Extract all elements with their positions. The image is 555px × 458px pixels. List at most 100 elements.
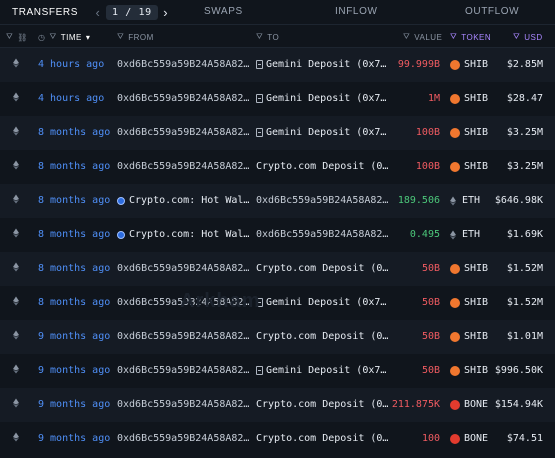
from-address[interactable]: 0xd6Bc559a59B24A58A82… [117, 433, 249, 444]
filter-icon: ⛛ [450, 32, 458, 41]
time-link[interactable]: 9 months ago [38, 331, 110, 342]
token-label: BONE [464, 433, 489, 444]
from-address[interactable]: 0xd6Bc559a59B24A58A82… [117, 59, 249, 70]
time-link[interactable]: 8 months ago [38, 297, 110, 308]
to-entity[interactable]: Crypto.com Deposit (0… [256, 161, 388, 172]
to-label: Gemini Deposit (0x7… [266, 297, 387, 308]
usd-value: $74.51 [506, 433, 543, 444]
from-entity[interactable]: Crypto.com: Hot Wal… [117, 195, 249, 206]
to-entity[interactable]: Crypto.com Deposit (0… [256, 263, 388, 274]
token-label: ETH [462, 195, 481, 206]
time-link[interactable]: 9 months ago [38, 433, 110, 444]
tab-bar: TRANSFERS ‹ 1 / 19 › SWAPS INFLOW OUTFLO… [0, 0, 555, 25]
tab-transfers[interactable]: TRANSFERS [12, 7, 78, 18]
table-row[interactable]: 9 months ago 0xd6Bc559a59B24A58A82… Cryp… [0, 388, 555, 422]
token[interactable]: SHIB [450, 127, 488, 138]
table-row[interactable]: 4 hours ago 0xd6Bc559a59B24A58A82… Gemin… [0, 82, 555, 116]
ethereum-chain-icon [13, 296, 19, 307]
to-address[interactable]: 0xd6Bc559a59B24A58A82… [256, 229, 388, 240]
from-address[interactable]: 0xd6Bc559a59B24A58A82… [117, 161, 249, 172]
time-link[interactable]: 9 months ago [38, 399, 110, 410]
from-address[interactable]: 0xd6Bc559a59B24A58A82… [117, 93, 249, 104]
token[interactable]: ETH [450, 195, 480, 206]
usd-value: $28.47 [506, 93, 543, 104]
to-entity[interactable]: Crypto.com Deposit (0… [256, 399, 388, 410]
from-address[interactable]: 0xd6Bc559a59B24A58A82… [117, 331, 249, 342]
to-address[interactable]: 0xd6Bc559a59B24A58A82… [256, 195, 388, 206]
table-row[interactable]: 8 months ago Crypto.com: Hot Wal… 0xd6Bc… [0, 218, 555, 252]
tab-swaps[interactable]: SWAPS [204, 6, 243, 17]
value: 100B [415, 161, 440, 172]
to-entity[interactable]: Gemini Deposit (0x7… [256, 59, 386, 70]
to-entity[interactable]: Gemini Deposit (0x7… [256, 127, 386, 138]
eth-icon [450, 230, 458, 240]
next-page-icon[interactable]: › [160, 5, 172, 20]
table-row[interactable]: 8 months ago 0xd6Bc559a59B24A58A82… Gemi… [0, 286, 555, 320]
time-link[interactable]: 4 hours ago [38, 59, 104, 70]
from-header[interactable]: ⛛ FROM [117, 32, 154, 42]
to-entity[interactable]: Gemini Deposit (0x7… [256, 93, 386, 104]
chain-filter[interactable]: ⛛ ⛓ [6, 32, 28, 42]
value-header-label: VALUE [414, 32, 443, 42]
value-header[interactable]: ⛛ VALUE [403, 32, 442, 42]
token-label: SHIB [464, 161, 489, 172]
to-entity[interactable]: Gemini Deposit (0x7… [256, 365, 386, 376]
prev-page-icon[interactable]: ‹ [92, 5, 104, 20]
to-entity[interactable]: Crypto.com Deposit (0… [256, 433, 388, 444]
table-row[interactable]: 4 hours ago 0xd6Bc559a59B24A58A82… Gemin… [0, 48, 555, 82]
token[interactable]: SHIB [450, 93, 488, 104]
usd-value: $3.25M [506, 127, 543, 138]
time-link[interactable]: 8 months ago [38, 229, 110, 240]
from-address[interactable]: 0xd6Bc559a59B24A58A82… [117, 399, 249, 410]
from-address[interactable]: 0xd6Bc559a59B24A58A82… [117, 297, 249, 308]
from-entity[interactable]: Crypto.com: Hot Wal… [117, 229, 249, 240]
ethereum-chain-icon [13, 58, 19, 69]
bone-icon [450, 399, 460, 410]
token-label: SHIB [464, 59, 489, 70]
time-link[interactable]: 9 months ago [38, 365, 110, 376]
from-address[interactable]: 0xd6Bc559a59B24A58A82… [117, 263, 249, 274]
to-header[interactable]: ⛛ TO [256, 32, 279, 42]
cryptocom-icon [117, 196, 125, 205]
from-header-label: FROM [128, 32, 154, 42]
usd-value: $1.69K [506, 229, 543, 240]
shib-icon [450, 93, 460, 104]
table-row[interactable]: 8 months ago 0xd6Bc559a59B24A58A82… Cryp… [0, 150, 555, 184]
usd-value: $1.52M [506, 263, 543, 274]
token[interactable]: SHIB [450, 161, 488, 172]
shib-icon [450, 331, 460, 342]
time-header[interactable]: ◷ ⛛ TIME ▾ [38, 32, 90, 42]
table-row[interactable]: 9 months ago 0xd6Bc559a59B24A58A82… Gemi… [0, 354, 555, 388]
usd-header[interactable]: ⛛ USD [513, 32, 543, 42]
tab-outflow[interactable]: OUTFLOW [465, 6, 519, 17]
token[interactable]: BONE [450, 399, 488, 410]
table-row[interactable]: 9 months ago 0xd6Bc559a59B24A58A82… Cryp… [0, 320, 555, 354]
token[interactable]: ETH [450, 229, 480, 240]
token[interactable]: SHIB [450, 365, 488, 376]
token[interactable]: SHIB [450, 297, 488, 308]
table-row[interactable]: 8 months ago 0xd6Bc559a59B24A58A82… Gemi… [0, 116, 555, 150]
token[interactable]: SHIB [450, 331, 488, 342]
tab-inflow[interactable]: INFLOW [335, 6, 378, 17]
time-link[interactable]: 8 months ago [38, 263, 110, 274]
time-link[interactable]: 4 hours ago [38, 93, 104, 104]
document-icon [256, 94, 263, 103]
token[interactable]: SHIB [450, 59, 488, 70]
from-address[interactable]: 0xd6Bc559a59B24A58A82… [117, 365, 249, 376]
to-entity[interactable]: Gemini Deposit (0x7… [256, 297, 386, 308]
time-link[interactable]: 8 months ago [38, 161, 110, 172]
shib-icon [450, 161, 460, 172]
shib-icon [450, 127, 460, 138]
time-link[interactable]: 8 months ago [38, 127, 110, 138]
to-entity[interactable]: Crypto.com Deposit (0… [256, 331, 388, 342]
token-header[interactable]: ⛛ TOKEN [450, 32, 491, 42]
table-row[interactable]: 9 months ago 0xd6Bc559a59B24A58A82… Cryp… [0, 422, 555, 456]
from-address[interactable]: 0xd6Bc559a59B24A58A82… [117, 127, 249, 138]
table-row[interactable]: 8 months ago Crypto.com: Hot Wal… 0xd6Bc… [0, 184, 555, 218]
table-row[interactable]: 8 months ago 0xd6Bc559a59B24A58A82… Cryp… [0, 252, 555, 286]
token[interactable]: BONE [450, 433, 488, 444]
usd-value: $3.25M [506, 161, 543, 172]
time-link[interactable]: 8 months ago [38, 195, 110, 206]
ethereum-chain-icon [13, 330, 19, 341]
token[interactable]: SHIB [450, 263, 488, 274]
